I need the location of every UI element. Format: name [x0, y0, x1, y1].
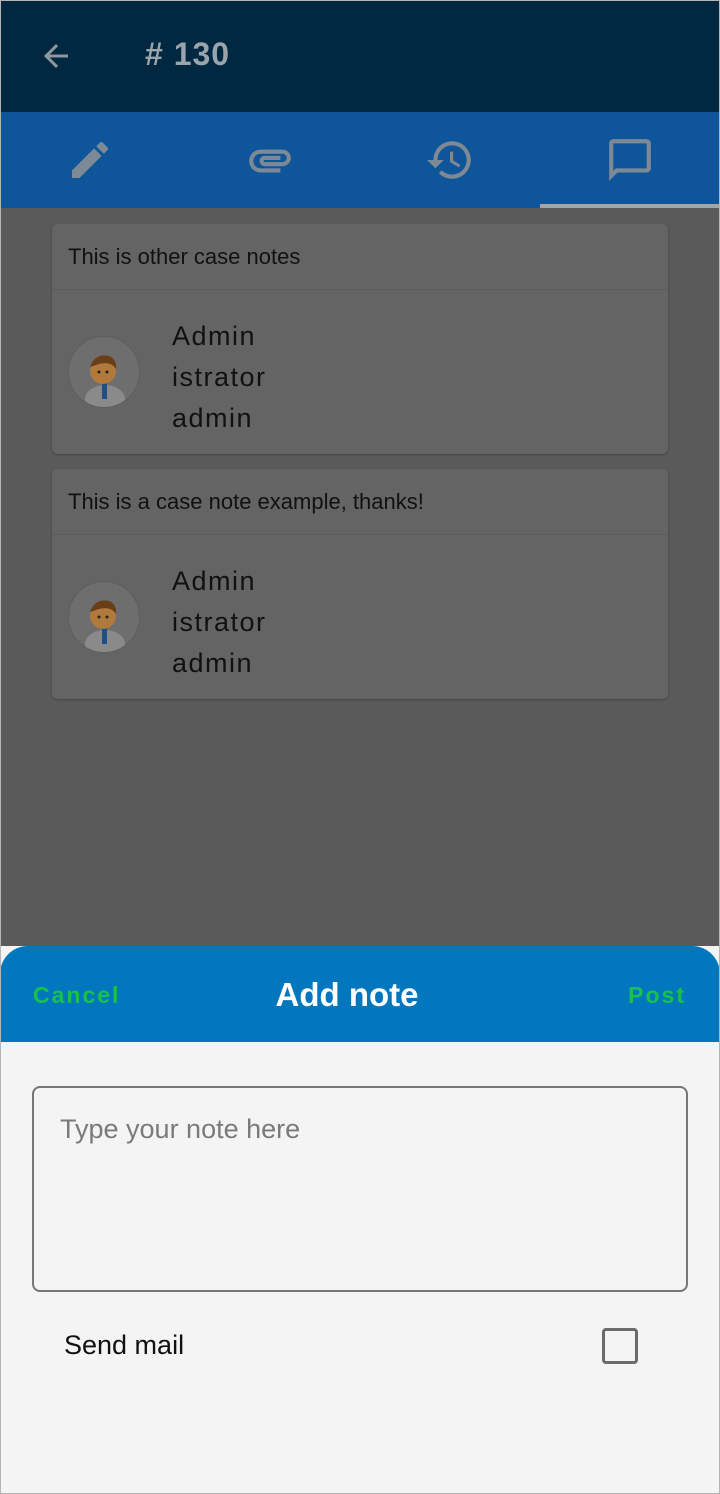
- arrow-left-icon: [44, 44, 68, 68]
- notes-list: This is other case notes Admin istrator …: [0, 208, 720, 946]
- note-author: Admin istrator admin: [52, 535, 668, 699]
- note-input[interactable]: [32, 1086, 688, 1292]
- send-mail-label: Send mail: [64, 1330, 185, 1360]
- author-name: Admin istrator admin: [172, 316, 267, 439]
- paperclip-icon: [249, 149, 291, 173]
- author-line: admin: [172, 648, 254, 678]
- tab-bar: [0, 112, 720, 208]
- note-author: Admin istrator admin: [52, 290, 668, 454]
- app-bar: # 130: [0, 0, 720, 112]
- note-text: This is a case note example, thanks!: [52, 469, 668, 535]
- author-line: istrator: [172, 362, 267, 392]
- author-line: Admin: [172, 566, 257, 596]
- pencil-icon: [72, 141, 109, 178]
- tab-notes[interactable]: [540, 112, 720, 208]
- history-icon: [427, 141, 471, 179]
- page-title: # 130: [145, 36, 231, 72]
- post-button[interactable]: Post: [628, 982, 686, 1009]
- author-name: Admin istrator admin: [172, 561, 267, 684]
- note-card[interactable]: This is other case notes Admin istrator …: [52, 224, 668, 454]
- add-note-sheet: Cancel Add note Post Send mail: [0, 946, 720, 1494]
- author-line: Admin: [172, 321, 257, 351]
- back-button[interactable]: [34, 34, 78, 78]
- send-mail-row: Send mail: [0, 1316, 720, 1376]
- avatar: [68, 581, 140, 653]
- send-mail-checkbox[interactable]: [602, 1328, 638, 1364]
- sheet-header: Cancel Add note Post: [0, 946, 720, 1042]
- sheet-title: Add note: [275, 976, 419, 1013]
- author-line: istrator: [172, 607, 267, 637]
- author-line: admin: [172, 403, 254, 433]
- tab-edit[interactable]: [0, 112, 180, 208]
- note-card[interactable]: This is a case note example, thanks! Adm…: [52, 469, 668, 699]
- comment-icon: [609, 139, 651, 181]
- user-avatar-icon: [85, 600, 125, 652]
- note-text: This is other case notes: [52, 224, 668, 290]
- user-avatar-icon: [85, 355, 125, 407]
- avatar: [68, 336, 140, 408]
- tab-history[interactable]: [360, 112, 540, 208]
- tab-attachments[interactable]: [180, 112, 360, 208]
